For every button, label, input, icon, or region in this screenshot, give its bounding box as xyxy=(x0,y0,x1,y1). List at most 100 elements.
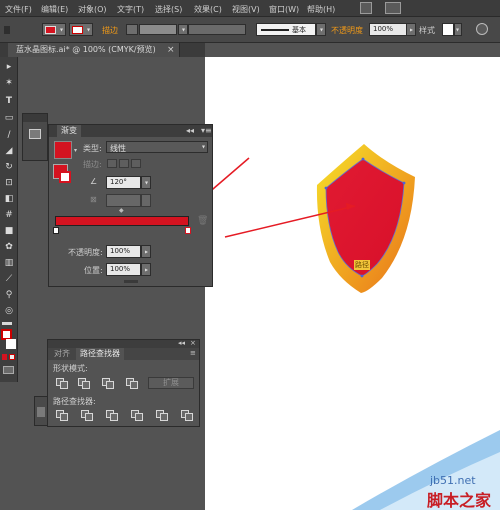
menu-type[interactable]: 文字(T) xyxy=(117,4,144,15)
outline-icon[interactable] xyxy=(156,410,168,421)
graphic-style-dropdown[interactable]: ▾ xyxy=(454,23,462,36)
eyedropper-tool-icon[interactable]: ⚲ xyxy=(2,289,16,301)
close-panel-icon[interactable]: × xyxy=(190,339,196,347)
stroke-within-icon[interactable] xyxy=(107,159,117,168)
collapsed-panel-header[interactable] xyxy=(23,114,47,122)
aspect-ratio-input[interactable] xyxy=(106,194,141,207)
menu-edit[interactable]: 编辑(E) xyxy=(41,4,68,15)
tab-pathfinder[interactable]: 路径查找器 xyxy=(76,348,124,360)
column-graph-tool-icon[interactable]: ▥ xyxy=(2,257,16,269)
gradient-angle-input[interactable]: 120° xyxy=(106,176,141,189)
collapse-panel-icon[interactable]: ◂◂ xyxy=(186,126,194,135)
delete-stop-icon[interactable]: 🗑 xyxy=(197,216,208,226)
arrange-documents-icon[interactable] xyxy=(385,2,401,14)
magic-wand-tool-icon[interactable]: ✶ xyxy=(2,77,16,89)
menu-window[interactable]: 窗口(W) xyxy=(269,4,299,15)
swap-colors-icon[interactable] xyxy=(2,322,12,325)
stroke-color-swatch[interactable] xyxy=(6,339,16,349)
stop-opacity-dropdown[interactable]: ▸ xyxy=(141,245,151,258)
stroke-label[interactable]: 描边 xyxy=(102,25,118,36)
bridge-icon[interactable] xyxy=(360,2,372,14)
menu-bar: 文件(F) 编辑(E) 对象(O) 文字(T) 选择(S) 效果(C) 视图(V… xyxy=(0,0,500,17)
menu-view[interactable]: 视图(V) xyxy=(232,4,260,15)
zoom-tool-icon[interactable]: ◎ xyxy=(2,305,16,317)
symbol-sprayer-tool-icon[interactable]: ✿ xyxy=(2,241,16,253)
pathfinder-panel: ◂◂ × 对齐 路径查找器 ≡ 形状模式: 扩展 路径查找器: xyxy=(47,339,200,427)
stroke-weight-field[interactable] xyxy=(139,24,177,35)
menu-effect[interactable]: 效果(C) xyxy=(194,4,222,15)
anchor-point[interactable] xyxy=(402,181,406,185)
minus-front-icon[interactable] xyxy=(78,378,90,389)
document-setup-icon[interactable] xyxy=(476,23,488,35)
crop-icon[interactable] xyxy=(131,410,143,421)
stroke-weight-stepper[interactable] xyxy=(126,24,138,35)
stroke-panel-icon[interactable] xyxy=(37,407,45,417)
stop-location-dropdown[interactable]: ▸ xyxy=(141,263,151,276)
angle-dropdown[interactable]: ▾ xyxy=(141,176,151,189)
exclude-icon[interactable] xyxy=(126,378,138,389)
color-mode-icon[interactable] xyxy=(2,354,7,360)
panel-menu-icon[interactable]: ≡ xyxy=(190,349,196,357)
panel-menu-icon[interactable]: ▾≡ xyxy=(201,126,212,135)
draw-mode-icon[interactable] xyxy=(3,366,14,374)
stop-opacity-input[interactable]: 100% xyxy=(106,245,141,258)
collapsed-panel-strip-lower xyxy=(34,396,48,426)
paintbrush-tool-icon[interactable]: ∕ xyxy=(2,129,16,141)
minus-back-icon[interactable] xyxy=(181,410,193,421)
type-tool-icon[interactable]: T xyxy=(2,95,16,107)
stroke-indicator-swatch[interactable] xyxy=(59,171,71,183)
selection-tool-icon[interactable]: ▸ xyxy=(2,61,16,73)
menu-select[interactable]: 选择(S) xyxy=(155,4,182,15)
none-mode-icon[interactable] xyxy=(9,354,15,360)
menu-object[interactable]: 对象(O) xyxy=(78,4,107,15)
midpoint-diamond-icon[interactable]: ◆ xyxy=(119,207,124,214)
panel-resize-handle[interactable] xyxy=(124,280,138,283)
gradient-panel-title[interactable]: 渐变 xyxy=(57,125,81,137)
gradient-stop-left[interactable] xyxy=(53,227,59,234)
menu-file[interactable]: 文件(F) xyxy=(5,4,32,15)
opacity-input[interactable]: 100% xyxy=(369,23,407,36)
close-tab-icon[interactable]: × xyxy=(167,45,175,55)
stroke-along-icon[interactable] xyxy=(119,159,129,168)
menu-help[interactable]: 帮助(H) xyxy=(307,4,335,15)
variable-width-profile[interactable] xyxy=(188,24,246,35)
intersect-icon[interactable] xyxy=(102,378,114,389)
brush-definition-dropdown[interactable]: 基本 xyxy=(256,23,316,36)
mesh-tool-icon[interactable]: # xyxy=(2,209,16,221)
document-tab[interactable]: 蓝水晶图标.ai* @ 100% (CMYK/预览) xyxy=(8,43,180,57)
collapse-panel-icon[interactable]: ◂◂ xyxy=(178,339,185,347)
opacity-dropdown[interactable]: ▸ xyxy=(406,23,416,36)
rotate-tool-icon[interactable]: ↻ xyxy=(2,161,16,173)
shape-builder-tool-icon[interactable]: ◧ xyxy=(2,193,16,205)
rectangle-tool-icon[interactable]: ▭ xyxy=(2,112,16,124)
divide-icon[interactable] xyxy=(56,410,68,421)
free-transform-tool-icon[interactable]: ⊡ xyxy=(2,177,16,189)
transparency-panel-icon[interactable] xyxy=(29,129,41,139)
stroke-weight-dropdown[interactable]: ▾ xyxy=(178,24,188,35)
stop-opacity-label: 不透明度: xyxy=(68,248,103,257)
merge-icon[interactable] xyxy=(106,410,118,421)
expand-button[interactable]: 扩展 xyxy=(148,377,194,389)
graphic-style-swatch[interactable] xyxy=(442,23,454,36)
anchor-point[interactable] xyxy=(360,274,364,278)
eraser-tool-icon[interactable]: ◢ xyxy=(2,145,16,157)
fill-color-dropdown[interactable]: ▾ xyxy=(42,23,66,36)
unite-icon[interactable] xyxy=(56,378,68,389)
stroke-across-icon[interactable] xyxy=(131,159,141,168)
brush-dropdown-button[interactable]: ▾ xyxy=(316,23,326,36)
gradient-preview-swatch[interactable] xyxy=(54,141,72,159)
gradient-stop-right[interactable] xyxy=(185,227,191,234)
opacity-label[interactable]: 不透明度 xyxy=(331,25,363,36)
gradient-slider-bar[interactable] xyxy=(55,216,189,226)
slice-tool-icon[interactable]: ⟋ xyxy=(2,273,16,285)
tab-align[interactable]: 对齐 xyxy=(50,348,74,360)
stroke-color-dropdown[interactable]: ▾ xyxy=(69,23,93,36)
aspect-ratio-dropdown[interactable] xyxy=(141,194,151,207)
anchor-point[interactable] xyxy=(361,157,365,161)
anchor-point[interactable] xyxy=(324,186,328,190)
gradient-tool-icon[interactable]: ■ xyxy=(2,225,16,237)
stop-location-input[interactable]: 100% xyxy=(106,263,141,276)
gradient-type-select[interactable]: 线性 ▾ xyxy=(106,141,208,153)
chevron-down-icon[interactable]: ▾ xyxy=(74,147,77,154)
trim-icon[interactable] xyxy=(81,410,93,421)
